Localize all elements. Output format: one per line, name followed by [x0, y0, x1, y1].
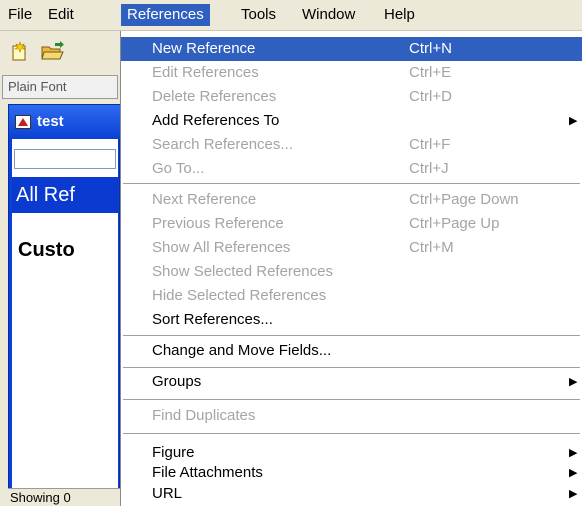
menu-separator: [123, 335, 580, 337]
menu-item-show-all-references[interactable]: Show All References Ctrl+M: [121, 236, 582, 260]
menu-item-edit-references[interactable]: Edit References Ctrl+E: [121, 61, 582, 85]
menu-item-next-reference[interactable]: Next Reference Ctrl+Page Down: [121, 188, 582, 212]
menu-file[interactable]: File: [2, 4, 38, 26]
menu-item-label: Add References To: [152, 112, 280, 129]
menu-separator: [123, 367, 580, 369]
toolbar: [0, 38, 120, 66]
menu-item-label: URL: [152, 485, 183, 502]
document-titlebar[interactable]: test: [9, 105, 121, 139]
menu-item-sort-references[interactable]: Sort References...: [121, 308, 582, 332]
menu-separator: [123, 183, 580, 185]
menu-item-find-duplicates[interactable]: Find Duplicates: [121, 404, 582, 428]
menu-item-groups[interactable]: Groups ▶: [121, 370, 582, 394]
menu-tools[interactable]: Tools: [235, 4, 282, 26]
menu-item-url[interactable]: URL ▶: [121, 482, 582, 506]
new-document-icon[interactable]: [8, 40, 32, 62]
menu-item-hide-selected-references[interactable]: Hide Selected References: [121, 284, 582, 308]
document-window: test All Ref Custo: [8, 104, 121, 504]
menu-item-label: Show Selected References: [152, 263, 333, 280]
menu-item-label: Find Duplicates: [152, 407, 256, 424]
menu-item-label: Previous Reference: [152, 215, 284, 232]
menu-separator: [123, 433, 580, 435]
menu-item-add-references-to[interactable]: Add References To ▶: [121, 109, 582, 133]
document-title: test: [37, 113, 64, 130]
document-client-area: All Ref Custo: [12, 139, 118, 501]
menu-item-label: Change and Move Fields...: [152, 342, 332, 359]
menu-item-search-references[interactable]: Search References... Ctrl+F: [121, 133, 582, 157]
custom-groups-label: Custo: [18, 239, 75, 261]
menu-help[interactable]: Help: [378, 4, 421, 26]
menu-item-previous-reference[interactable]: Previous Reference Ctrl+Page Up: [121, 212, 582, 236]
menu-item-label: Sort References...: [152, 311, 273, 328]
menu-item-label: Search References...: [152, 136, 293, 153]
library-icon: [15, 115, 31, 129]
menu-item-shortcut: Ctrl+N: [409, 40, 452, 57]
menu-item-shortcut: Ctrl+Page Down: [409, 191, 519, 208]
menu-item-shortcut: Ctrl+Page Up: [409, 215, 500, 232]
menu-item-shortcut: Ctrl+M: [409, 239, 454, 256]
menu-separator: [123, 399, 580, 401]
menu-item-label: Go To...: [152, 160, 205, 177]
menu-references[interactable]: References: [121, 4, 210, 26]
menu-item-show-selected-references[interactable]: Show Selected References: [121, 260, 582, 284]
menu-item-label: Next Reference: [152, 191, 257, 208]
menu-window[interactable]: Window: [296, 4, 361, 26]
menu-item-label: Show All References: [152, 239, 291, 256]
menu-item-delete-references[interactable]: Delete References Ctrl+D: [121, 85, 582, 109]
font-select[interactable]: Plain Font: [2, 75, 118, 99]
menu-item-change-and-move-fields[interactable]: Change and Move Fields...: [121, 339, 582, 363]
menu-edit[interactable]: Edit: [42, 4, 80, 26]
menu-item-label: Groups: [152, 373, 202, 390]
submenu-arrow-icon: ▶: [569, 376, 578, 388]
references-menu: New Reference Ctrl+N Edit References Ctr…: [120, 31, 582, 506]
quick-search-input[interactable]: [14, 149, 116, 169]
menu-item-label: Hide Selected References: [152, 287, 327, 304]
menu-item-label: Delete References: [152, 88, 277, 105]
submenu-arrow-icon: ▶: [569, 115, 578, 127]
menu-item-label: Edit References: [152, 64, 259, 81]
menu-item-go-to[interactable]: Go To... Ctrl+J: [121, 157, 582, 181]
open-folder-icon[interactable]: [40, 40, 64, 62]
group-all-references[interactable]: All Ref: [12, 177, 118, 213]
menu-item-shortcut: Ctrl+D: [409, 88, 452, 105]
submenu-arrow-icon: ▶: [569, 488, 578, 500]
menu-item-new-reference[interactable]: New Reference Ctrl+N: [121, 37, 582, 61]
status-bar: Showing 0: [8, 488, 120, 506]
menu-item-shortcut: Ctrl+E: [409, 64, 452, 81]
menu-bar: File Edit References Tools Window Help: [0, 0, 582, 31]
menu-item-shortcut: Ctrl+F: [409, 136, 451, 153]
menu-item-label: New Reference: [152, 40, 256, 57]
menu-item-shortcut: Ctrl+J: [409, 160, 449, 177]
